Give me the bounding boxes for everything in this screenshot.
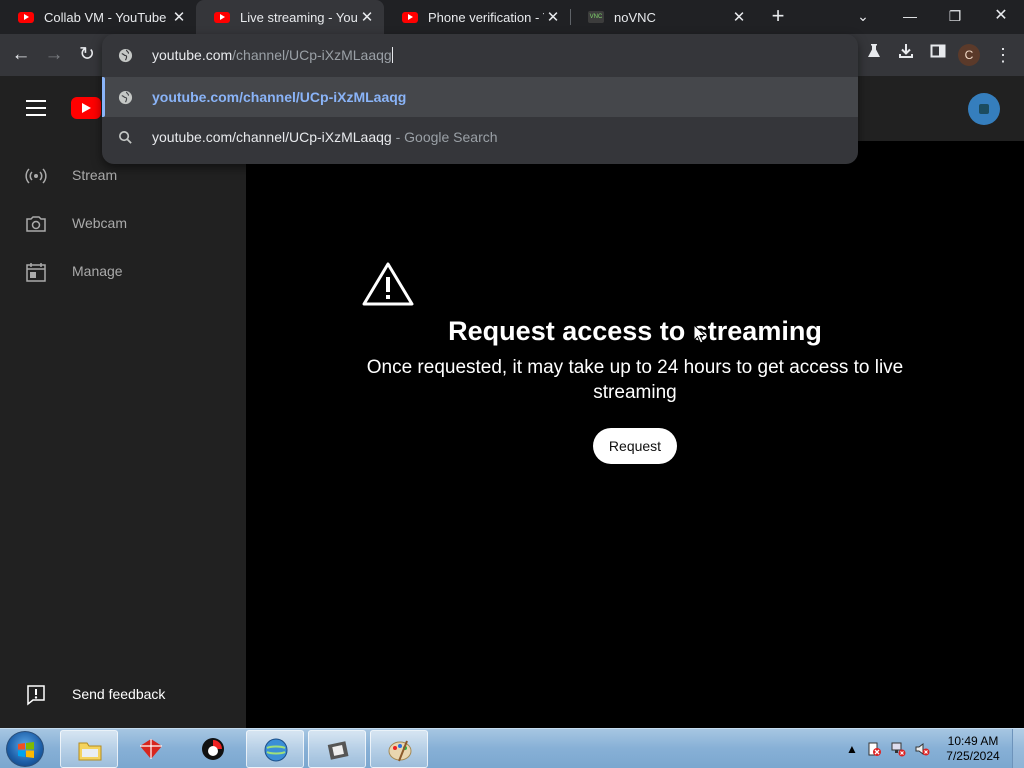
close-icon[interactable]: ✕: [544, 8, 562, 26]
tab-title: noVNC: [614, 9, 656, 25]
suggestion-suffix: - Google Search: [391, 129, 498, 145]
sidebar-item-label: Stream: [72, 167, 118, 183]
close-icon[interactable]: ✕: [730, 8, 748, 26]
suggestion-url[interactable]: youtube.com/channel/UCp-iXzMLaaqg: [102, 77, 858, 117]
taskbar-media[interactable]: [308, 730, 366, 768]
text-caret: [391, 47, 393, 63]
browser-globe-icon: [264, 738, 288, 762]
close-icon[interactable]: ✕: [358, 8, 376, 26]
taskbar-app-red-2[interactable]: [184, 730, 242, 768]
sidebar-item-label: Webcam: [72, 215, 127, 231]
start-button[interactable]: [6, 731, 44, 767]
reload-button[interactable]: ↻: [74, 42, 100, 68]
taskbar-clock[interactable]: 10:49 AM 7/25/2024: [940, 734, 1006, 764]
back-button[interactable]: ←: [8, 42, 34, 68]
account-avatar[interactable]: [968, 93, 1000, 125]
palette-icon: [388, 740, 412, 762]
taskbar-paint[interactable]: [370, 730, 428, 768]
screen: Collab VM - YouTube ✕ Live streaming - Y…: [0, 0, 1024, 768]
feedback-icon: [24, 683, 48, 707]
minimize-button[interactable]: —: [896, 3, 924, 29]
request-button[interactable]: Request: [593, 428, 677, 464]
request-access-subtitle: Once requested, it may take up to 24 hou…: [366, 357, 904, 403]
lab-icon[interactable]: [861, 42, 887, 68]
window-close-button[interactable]: ✕: [987, 3, 1015, 29]
menu-icon[interactable]: ⋮: [990, 42, 1016, 68]
sidebar-item-send-feedback[interactable]: Send feedback: [0, 671, 246, 719]
download-icon[interactable]: [893, 42, 919, 68]
action-center-icon[interactable]: [866, 741, 882, 757]
tab-live-streaming[interactable]: Live streaming - YouTube ✕: [196, 0, 384, 34]
suggestion-query: youtube.com/channel/UCp-iXzMLaaqg: [152, 129, 392, 145]
tab-title: Phone verification - YouTube: [428, 9, 544, 25]
volume-muted-icon[interactable]: [914, 741, 930, 757]
side-panel-icon[interactable]: [925, 42, 951, 68]
hamburger-menu-icon[interactable]: [26, 100, 46, 116]
webcam-icon: [24, 212, 48, 236]
address-bar[interactable]: youtube.com/channel/UCp-iXzMLaaqg: [102, 34, 858, 76]
taskbar-explorer[interactable]: [60, 730, 118, 768]
forward-button[interactable]: →: [41, 42, 67, 68]
tab-title: Collab VM - YouTube: [44, 9, 167, 25]
sidebar-item-manage[interactable]: Manage: [0, 248, 246, 296]
tab-novnc[interactable]: VNC noVNC ✕: [570, 0, 756, 34]
tab-collab-vm[interactable]: Collab VM - YouTube ✕: [0, 0, 196, 34]
tab-title: Live streaming - YouTube: [240, 9, 358, 25]
tab-phone-verification[interactable]: Phone verification - YouTube ✕: [384, 0, 570, 34]
network-icon[interactable]: [890, 741, 906, 757]
red-circle-app-icon: [202, 738, 224, 760]
url-host: youtube.com: [152, 47, 233, 63]
restore-button[interactable]: ❐: [941, 3, 969, 29]
tray-expand-icon[interactable]: ▲: [844, 741, 860, 757]
warning-icon: [362, 262, 414, 306]
vnc-icon: VNC: [588, 11, 604, 23]
profile-avatar[interactable]: C: [958, 44, 980, 66]
youtube-icon: [214, 11, 230, 23]
youtube-logo[interactable]: [71, 97, 101, 119]
red-cube-icon: [140, 739, 162, 759]
windows-logo-icon: [18, 742, 34, 758]
clock-date: 7/25/2024: [946, 749, 1000, 763]
sidebar-item-label: Manage: [72, 263, 123, 279]
tab-strip: Collab VM - YouTube ✕ Live streaming - Y…: [0, 0, 1024, 34]
stream-icon: [24, 164, 48, 188]
clock-time: 10:49 AM: [947, 734, 999, 748]
search-icon: [118, 130, 133, 150]
youtube-icon: [18, 11, 34, 23]
sidebar-item-webcam[interactable]: Webcam: [0, 200, 246, 248]
url-path: /channel/UCp-iXzMLaaqg: [232, 47, 392, 63]
request-access-title: Request access to streaming: [448, 316, 822, 346]
windows-taskbar: ▲ 10:49 AM 7/25/2024: [0, 728, 1024, 768]
new-tab-button[interactable]: +: [766, 5, 790, 29]
sidebar-item-label: Send feedback: [72, 686, 166, 702]
address-bar-text[interactable]: youtube.com/channel/UCp-iXzMLaaqg: [152, 47, 393, 63]
youtube-icon: [402, 11, 418, 23]
show-desktop-button[interactable]: [1012, 729, 1024, 768]
taskbar-app-red[interactable]: [122, 730, 180, 768]
calendar-icon: [24, 260, 48, 284]
close-icon[interactable]: ✕: [170, 8, 188, 26]
mouse-cursor-icon: [693, 324, 707, 344]
tab-search-icon[interactable]: ⌄: [849, 3, 877, 29]
taskbar-ie[interactable]: [246, 730, 304, 768]
suggestion-text: youtube.com/channel/UCp-iXzMLaaqg - Goog…: [152, 129, 498, 145]
film-icon: [327, 741, 349, 760]
omnibox-dropdown: youtube.com/channel/UCp-iXzMLaaqg youtub…: [102, 34, 858, 164]
suggestion-search[interactable]: youtube.com/channel/UCp-iXzMLaaqg - Goog…: [102, 117, 858, 157]
globe-icon: [118, 90, 133, 110]
site-info-icon[interactable]: [118, 48, 133, 68]
suggestion-text: youtube.com/channel/UCp-iXzMLaaqg: [152, 89, 407, 105]
folder-icon: [78, 742, 102, 761]
